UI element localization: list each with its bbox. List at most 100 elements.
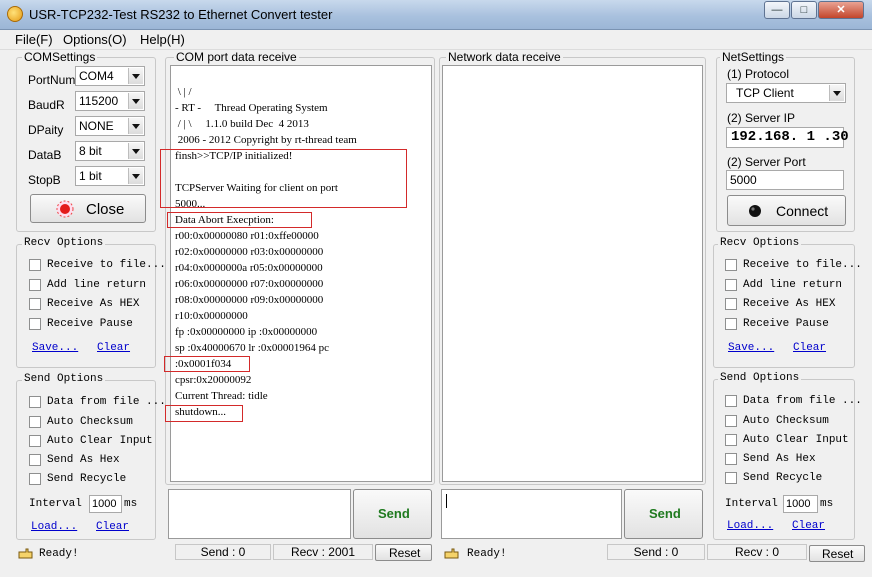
server-port-input[interactable]: 5000	[726, 170, 844, 190]
right-data-from-file-checkbox[interactable]	[725, 395, 737, 407]
right-interval-input[interactable]: 1000	[783, 495, 818, 513]
left-reset-button[interactable]: Reset	[375, 544, 432, 561]
left-send-options-title: Send Options	[22, 373, 106, 385]
close-port-button[interactable]: Close	[30, 194, 146, 223]
maximize-button[interactable]: □	[791, 1, 817, 19]
baudrate-select[interactable]: 115200	[75, 91, 145, 111]
network-receive-title: Network data receive	[446, 50, 563, 64]
chevron-down-icon	[128, 93, 143, 109]
left-send-clear-link[interactable]: Clear	[96, 521, 129, 533]
com-receive-title: COM port data receive	[174, 50, 299, 64]
net-settings-title: NetSettings	[720, 50, 787, 64]
menu-help[interactable]: Help(H)	[140, 32, 185, 47]
right-send-recycle-checkbox[interactable]	[725, 472, 737, 484]
left-receive-to-file-label: Receive to file...	[47, 259, 166, 271]
parity-select[interactable]: NONE	[75, 116, 145, 136]
left-interval-value: 1000	[92, 498, 117, 510]
highlight-box	[160, 149, 407, 208]
com-send-input[interactable]	[168, 489, 351, 539]
close-window-button[interactable]: ✕	[818, 1, 864, 19]
close-port-label: Close	[86, 201, 125, 218]
right-send-as-hex-label: Send As Hex	[743, 453, 816, 465]
right-receive-to-file-checkbox[interactable]	[725, 259, 737, 271]
protocol-select[interactable]: TCP Client	[726, 83, 846, 103]
right-add-line-return-checkbox[interactable]	[725, 279, 737, 291]
right-save-link[interactable]: Save...	[728, 342, 774, 354]
network-receive-textarea[interactable]	[442, 65, 703, 482]
left-receive-as-hex-checkbox[interactable]	[29, 298, 41, 310]
left-data-from-file-label: Data from file ...	[47, 396, 166, 408]
left-auto-checksum-checkbox[interactable]	[29, 416, 41, 428]
right-send-clear-link[interactable]: Clear	[792, 520, 825, 532]
right-auto-clear-input-checkbox[interactable]	[725, 434, 737, 446]
network-send-label: Send	[649, 506, 681, 521]
baudrate-value: 115200	[79, 94, 119, 108]
right-load-link[interactable]: Load...	[727, 520, 773, 532]
right-auto-checksum-checkbox[interactable]	[725, 415, 737, 427]
left-auto-checksum-label: Auto Checksum	[47, 416, 133, 428]
left-interval-input[interactable]: 1000	[89, 495, 122, 513]
left-load-link[interactable]: Load...	[31, 521, 77, 533]
chevron-down-icon	[829, 85, 844, 101]
terminal-line: Current Thread: tidle	[175, 390, 268, 402]
stopbits-value: 1 bit	[79, 169, 102, 183]
right-recv-count: Recv : 0	[707, 544, 807, 560]
databits-select[interactable]: 8 bit	[75, 141, 145, 161]
left-send-recycle-checkbox[interactable]	[29, 473, 41, 485]
left-recv-clear-link[interactable]: Clear	[97, 342, 130, 354]
server-ip-value: 192.168. 1 .30	[731, 129, 849, 145]
red-light-icon	[56, 200, 74, 218]
terminal-line: r08:0x00000000 r09:0x00000000	[175, 294, 324, 306]
connect-button[interactable]: Connect	[727, 195, 846, 226]
left-send-as-hex-label: Send As Hex	[47, 454, 120, 466]
left-add-line-return-checkbox[interactable]	[29, 279, 41, 291]
terminal-line: r10:0x00000000	[175, 310, 248, 322]
left-interval-label: Interval	[29, 498, 82, 510]
chevron-down-icon	[128, 68, 143, 84]
stopbits-select[interactable]: 1 bit	[75, 166, 145, 186]
com-send-button[interactable]: Send	[353, 489, 432, 539]
databits-value: 8 bit	[79, 144, 102, 158]
terminal-line: sp :0x40000670 lr :0x00001964 pc	[175, 342, 329, 354]
portnum-select[interactable]: COM4	[75, 66, 145, 86]
right-send-as-hex-checkbox[interactable]	[725, 453, 737, 465]
menu-bar: File(F) Options(O) Help(H)	[0, 30, 872, 50]
terminal-line: r04:0x0000000a r05:0x00000000	[175, 262, 323, 274]
terminal-line: cpsr:0x20000092	[175, 374, 252, 386]
left-recv-count: Recv : 2001	[273, 544, 373, 560]
right-recv-clear-link[interactable]: Clear	[793, 342, 826, 354]
protocol-label: (1) Protocol	[727, 67, 790, 81]
left-send-count-text: Send : 0	[200, 545, 246, 559]
right-send-recycle-label: Send Recycle	[743, 472, 823, 484]
left-receive-pause-checkbox[interactable]	[29, 318, 41, 330]
com-send-label: Send	[378, 506, 410, 521]
server-ip-input[interactable]: 192.168. 1 .30	[726, 127, 849, 148]
right-interval-unit: ms	[820, 498, 834, 510]
network-send-button[interactable]: Send	[624, 489, 703, 539]
left-auto-clear-input-checkbox[interactable]	[29, 435, 41, 447]
app-icon	[7, 6, 23, 22]
right-receive-pause-checkbox[interactable]	[725, 318, 737, 330]
left-receive-as-hex-label: Receive As HEX	[47, 298, 140, 310]
title-bar: USR-TCP232-Test RS232 to Ethernet Conver…	[0, 0, 872, 30]
stopbits-label: StopB	[28, 173, 61, 187]
menu-options[interactable]: Options(O)	[63, 32, 127, 47]
right-send-count: Send : 0	[607, 544, 705, 560]
menu-file[interactable]: File(F)	[15, 32, 53, 47]
minimize-button[interactable]: —	[764, 1, 790, 19]
left-data-from-file-checkbox[interactable]	[29, 396, 41, 408]
left-receive-to-file-checkbox[interactable]	[29, 259, 41, 271]
network-send-input[interactable]	[441, 489, 622, 539]
left-recv-options-title: Recv Options	[22, 237, 106, 249]
right-receive-as-hex-checkbox[interactable]	[725, 298, 737, 310]
terminal-line: r06:0x00000000 r07:0x00000000	[175, 278, 324, 290]
left-save-link[interactable]: Save...	[32, 342, 78, 354]
left-send-as-hex-checkbox[interactable]	[29, 454, 41, 466]
right-receive-to-file-label: Receive to file...	[743, 259, 862, 271]
server-port-value: 5000	[730, 173, 757, 187]
right-reset-button[interactable]: Reset	[809, 545, 865, 562]
right-recv-options-title: Recv Options	[718, 237, 802, 249]
highlight-box	[164, 356, 250, 372]
chevron-down-icon	[128, 118, 143, 134]
right-receive-as-hex-label: Receive As HEX	[743, 298, 836, 310]
